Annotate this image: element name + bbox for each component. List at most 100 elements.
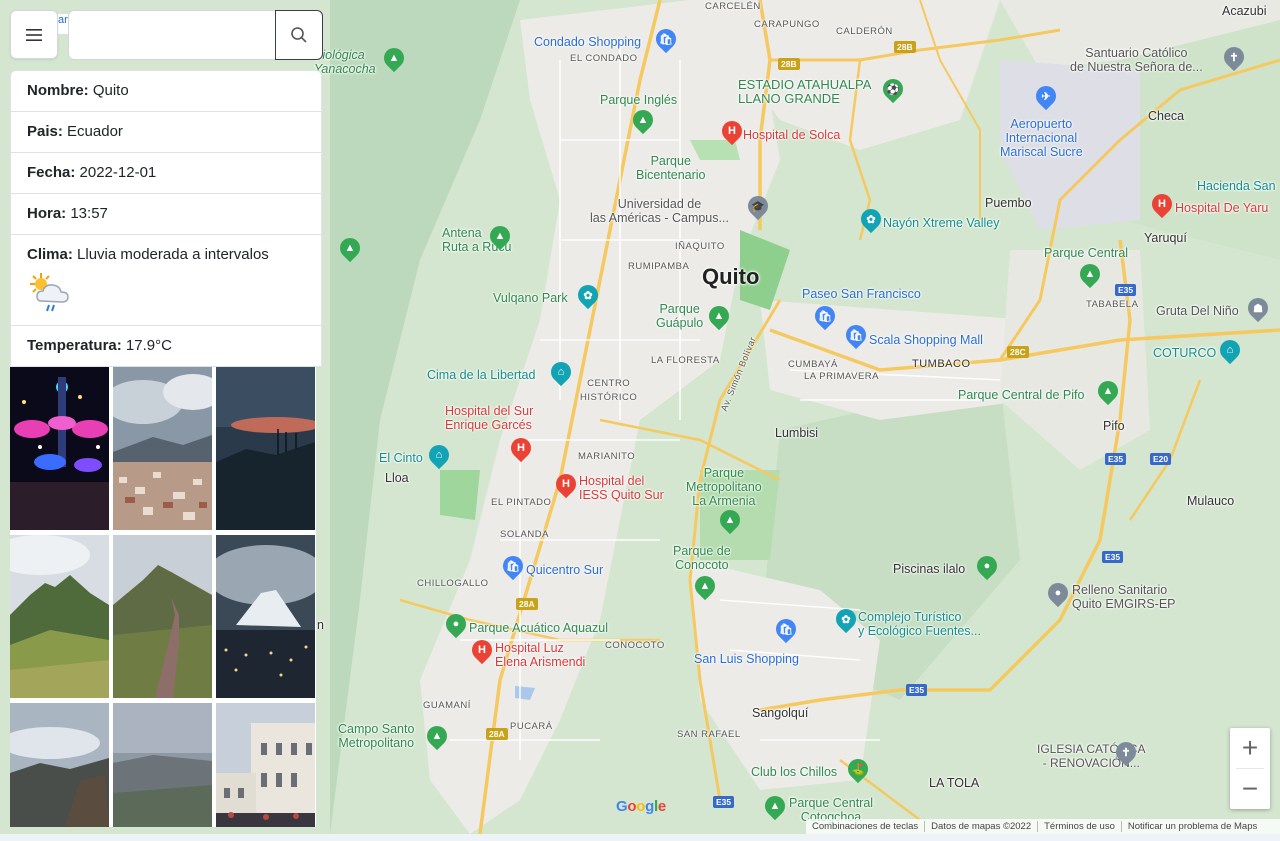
park-pin-icon[interactable]: ▲ bbox=[335, 233, 365, 263]
park-pin-icon[interactable]: ▲ bbox=[1093, 376, 1123, 406]
map-place-aquazul[interactable]: Parque Acuático Aquazul bbox=[469, 621, 608, 635]
church-pin-icon[interactable]: ✝ bbox=[1219, 42, 1249, 72]
map-place-hacienda[interactable]: Hacienda San bbox=[1197, 179, 1276, 193]
map-place-scala[interactable]: Scala Shopping Mall bbox=[869, 333, 983, 347]
map-place-hospital-iess[interactable]: Hospital del IESS Quito Sur bbox=[579, 474, 664, 502]
report-problem-link[interactable]: Notificar un problema de Maps bbox=[1122, 821, 1263, 832]
map-place-parque-ingles[interactable]: Parque Inglés bbox=[600, 93, 677, 107]
map-footer: Combinaciones de teclas Datos de mapas ©… bbox=[806, 819, 1280, 834]
place-pin-icon[interactable]: ● bbox=[1043, 578, 1073, 608]
park-pin-icon[interactable]: ▲ bbox=[379, 43, 409, 73]
attraction-pin-icon[interactable]: ⌂ bbox=[424, 440, 454, 470]
zoom-control: + − bbox=[1230, 728, 1270, 809]
cemetery-pin-icon[interactable]: ▲ bbox=[422, 721, 452, 751]
gallery-photo-dusk-hill[interactable] bbox=[216, 367, 315, 530]
search-button[interactable] bbox=[275, 10, 323, 60]
gallery-photo-green-peak[interactable] bbox=[10, 535, 109, 698]
map-city-label: Quito bbox=[702, 264, 760, 289]
gallery-photo-city-hillside[interactable] bbox=[113, 367, 212, 530]
map-place-hospital-luz[interactable]: Hospital Luz Elena Arismendi bbox=[495, 641, 585, 669]
park-pin-icon[interactable]: ▲ bbox=[704, 301, 734, 331]
hospital-pin-icon[interactable]: H bbox=[717, 116, 747, 146]
map-place-nayon[interactable]: Nayón Xtreme Valley bbox=[883, 216, 1000, 230]
map-place-coturco[interactable]: COTURCO bbox=[1153, 346, 1216, 360]
stadium-pin-icon[interactable]: ⚽ bbox=[878, 74, 908, 104]
search-input[interactable] bbox=[68, 10, 276, 60]
map-place-hospital-solca[interactable]: Hospital de Solca bbox=[743, 128, 840, 142]
info-value-temperatura: 17.9°C bbox=[125, 337, 172, 354]
map-place-parque-bicentenario[interactable]: Parque Bicentenario bbox=[636, 154, 706, 182]
map-place-universidad[interactable]: Universidad de las Américas - Campus... bbox=[590, 197, 729, 225]
map-place-piscinas[interactable]: Piscinas ilalo bbox=[893, 562, 965, 576]
attraction-pin-icon[interactable]: ✿ bbox=[573, 280, 603, 310]
hospital-pin-icon[interactable]: H bbox=[551, 469, 581, 499]
map-place-club-chillos[interactable]: Club los Chillos bbox=[751, 765, 837, 779]
park-pin-icon[interactable]: ● bbox=[972, 551, 1002, 581]
hospital-pin-icon[interactable]: H bbox=[506, 433, 536, 463]
map-place-hospital-yaruqui[interactable]: Hospital De Yaru bbox=[1175, 201, 1268, 215]
map-place-quicentro[interactable]: Quicentro Sur bbox=[526, 563, 603, 577]
gallery-photo-mountain-trail[interactable] bbox=[113, 535, 212, 698]
map-place-estadio[interactable]: ESTADIO ATAHUALPA LLANO GRANDE bbox=[738, 78, 871, 106]
map-place-pifo: Pifo bbox=[1103, 419, 1125, 433]
map-place-vulqano[interactable]: Vulqano Park bbox=[493, 291, 568, 305]
gallery-photo-hazy-valley[interactable] bbox=[113, 703, 212, 827]
map-place-aeropuerto[interactable]: Aeropuerto Internacional Mariscal Sucre bbox=[1000, 117, 1083, 159]
map-place-san-luis[interactable]: San Luis Shopping bbox=[694, 652, 799, 666]
map-place-complejo[interactable]: Complejo Turístico y Ecológico Fuentes..… bbox=[858, 610, 981, 638]
map-place-parque-guapulo[interactable]: Parque Guápulo bbox=[656, 302, 703, 330]
park-pin-icon[interactable]: ▲ bbox=[485, 221, 515, 251]
attraction-pin-icon[interactable]: ⌂ bbox=[1215, 335, 1245, 365]
map-place-hospital-sur[interactable]: Hospital del Sur Enrique Garcés bbox=[445, 404, 533, 432]
shopping-pin-icon[interactable]: 🛍 bbox=[771, 614, 801, 644]
park-pin-icon[interactable]: ▲ bbox=[690, 571, 720, 601]
place-pin-icon[interactable]: ☗ bbox=[1243, 293, 1273, 323]
map-place-condado[interactable]: Condado Shopping bbox=[534, 35, 641, 49]
road-shield: E35 bbox=[1102, 551, 1124, 563]
map-place-parque-pifo[interactable]: Parque Central de Pifo bbox=[958, 388, 1084, 402]
airport-pin-icon[interactable]: ✈ bbox=[1031, 81, 1061, 111]
hospital-pin-icon[interactable]: H bbox=[467, 635, 497, 665]
map-place-relleno[interactable]: Relleno Sanitario Quito EMGIRS-EP bbox=[1072, 583, 1176, 611]
map-place-gruta[interactable]: Gruta Del Niño bbox=[1156, 304, 1239, 318]
zoom-out-button[interactable]: − bbox=[1230, 769, 1270, 809]
park-pin-icon[interactable]: ● bbox=[441, 609, 471, 639]
map-place-biologica[interactable]: Biológica Yanacocha bbox=[314, 48, 376, 76]
shopping-pin-icon[interactable]: 🛍 bbox=[498, 551, 528, 581]
church-pin-icon[interactable]: ✝ bbox=[1111, 737, 1141, 767]
attraction-pin-icon[interactable]: ✿ bbox=[831, 604, 861, 634]
map-place-santuario[interactable]: Santuario Católico de Nuestra Señora de.… bbox=[1070, 46, 1203, 74]
zoom-in-button[interactable]: + bbox=[1230, 728, 1270, 768]
map-place-parque-conocoto[interactable]: Parque de Conocoto bbox=[673, 544, 731, 572]
shopping-pin-icon[interactable]: 🛍 bbox=[651, 24, 681, 54]
snow-volcano-image bbox=[216, 535, 315, 698]
gallery-photo-snow-volcano[interactable] bbox=[216, 535, 315, 698]
info-row-hora: Hora: 13:57 bbox=[11, 194, 321, 235]
shopping-pin-icon[interactable]: 🛍 bbox=[841, 320, 871, 350]
gallery-photo-night-festival[interactable] bbox=[10, 367, 109, 530]
school-pin-icon[interactable]: 🎓 bbox=[743, 191, 773, 221]
map-place-cima[interactable]: Cima de la Libertad bbox=[427, 368, 535, 382]
info-label: Nombre: bbox=[27, 82, 89, 99]
hospital-pin-icon[interactable]: H bbox=[1147, 189, 1177, 219]
gallery-photo-cloudy-ridge[interactable] bbox=[10, 703, 109, 827]
map-place-paseo-sf[interactable]: Paseo San Francisco bbox=[802, 287, 921, 301]
attraction-pin-icon[interactable]: ⌂ bbox=[546, 357, 576, 387]
gallery-photo-colonial-church[interactable] bbox=[216, 703, 315, 827]
map-place-parque-central[interactable]: Parque Central bbox=[1044, 246, 1128, 260]
info-value-fecha: 2022-12-01 bbox=[79, 164, 157, 181]
map-place-parque-metro[interactable]: Parque Metropolitano La Armenia bbox=[686, 466, 762, 508]
map-place-el-cinto[interactable]: El Cinto bbox=[379, 451, 423, 465]
menu-button[interactable] bbox=[10, 10, 58, 59]
terms-link[interactable]: Términos de uso bbox=[1038, 821, 1122, 832]
sport-pin-icon[interactable]: ⛳ bbox=[843, 754, 873, 784]
keyboard-shortcuts-link[interactable]: Combinaciones de teclas bbox=[806, 821, 926, 832]
park-pin-icon[interactable]: ▲ bbox=[760, 791, 790, 821]
map-place-sangolqui: Sangolquí bbox=[752, 706, 809, 720]
attraction-pin-icon[interactable]: ✿ bbox=[856, 204, 886, 234]
park-pin-icon[interactable]: ▲ bbox=[628, 105, 658, 135]
map-place-campo-santo[interactable]: Campo Santo Metropolitano bbox=[338, 722, 414, 750]
park-pin-icon[interactable]: ▲ bbox=[715, 505, 745, 535]
park-pin-icon[interactable]: ▲ bbox=[1075, 259, 1105, 289]
shopping-pin-icon[interactable]: 🛍 bbox=[810, 301, 840, 331]
